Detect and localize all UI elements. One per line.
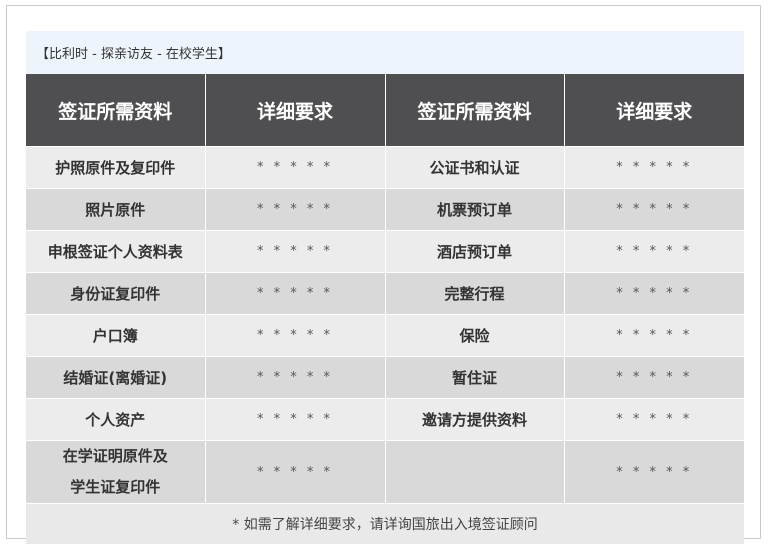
table-header-row: 签证所需资料 详细要求 签证所需资料 详细要求 [26,74,744,147]
table-row: 在学证明原件及 学生证复印件 * * * * * * * * * * [26,440,744,504]
page-title: 【比利时 - 探亲访友 - 在校学生】 [36,47,231,62]
requirement-detail: * * * * * [205,398,386,441]
material-name: 结婚证(离婚证) [26,356,206,399]
requirement-detail: * * * * * [564,230,744,273]
requirement-detail: * * * * * [564,272,744,315]
material-name: 照片原件 [26,188,206,231]
page-title-strip: 【比利时 - 探亲访友 - 在校学生】 [26,31,744,74]
requirement-detail: * * * * * [564,188,744,231]
requirement-detail: * * * * * [564,314,744,357]
material-name-line: 在学证明原件及 [62,447,168,465]
requirement-detail: * * * * * [205,188,386,231]
material-name: 公证书和认证 [385,146,565,189]
column-header-requirements: 详细要求 [564,74,744,147]
table-row: 个人资产 * * * * * 邀请方提供资料 * * * * * [26,398,744,441]
material-name: 邀请方提供资料 [385,398,565,441]
material-name: 护照原件及复印件 [26,146,206,189]
column-header-requirements: 详细要求 [205,74,386,147]
material-name: 身份证复印件 [26,272,206,315]
table-row: 照片原件 * * * * * 机票预订单 * * * * * [26,188,744,231]
table-row: 护照原件及复印件 * * * * * 公证书和认证 * * * * * [26,146,744,189]
requirement-detail: * * * * * [564,356,744,399]
material-name: 个人资产 [26,398,206,441]
requirement-detail: * * * * * [205,230,386,273]
material-name-line: 学生证复印件 [70,478,161,496]
requirement-detail: * * * * * [564,398,744,441]
requirement-detail: * * * * * [205,146,386,189]
table-row: 身份证复印件 * * * * * 完整行程 * * * * * [26,272,744,315]
column-header-materials: 签证所需资料 [385,74,565,147]
material-name: 在学证明原件及 学生证复印件 [26,440,206,504]
table-row: 户口簿 * * * * * 保险 * * * * * [26,314,744,357]
table-row: 申根签证个人资料表 * * * * * 酒店预订单 * * * * * [26,230,744,273]
material-name: 完整行程 [385,272,565,315]
material-name: 保险 [385,314,565,357]
requirement-detail: * * * * * [205,272,386,315]
material-name: 户口簿 [26,314,206,357]
material-name: 暂住证 [385,356,565,399]
visa-requirements-table: 签证所需资料 详细要求 签证所需资料 详细要求 护照原件及复印件 * * * *… [26,74,744,544]
requirement-detail: * * * * * [205,356,386,399]
material-name: 酒店预订单 [385,230,565,273]
material-name-empty [385,440,565,504]
requirement-detail: * * * * * [205,440,386,504]
requirement-detail: * * * * * [564,146,744,189]
material-name: 机票预订单 [385,188,565,231]
footer-note: * 如需了解详细要求，请详询国旅出入境签证顾问 [26,503,744,544]
table-footer-row: * 如需了解详细要求，请详询国旅出入境签证顾问 [26,503,744,544]
requirement-detail: * * * * * [205,314,386,357]
table-row: 结婚证(离婚证) * * * * * 暂住证 * * * * * [26,356,744,399]
material-name: 申根签证个人资料表 [26,230,206,273]
column-header-materials: 签证所需资料 [26,74,206,147]
requirement-detail: * * * * * [564,440,744,504]
